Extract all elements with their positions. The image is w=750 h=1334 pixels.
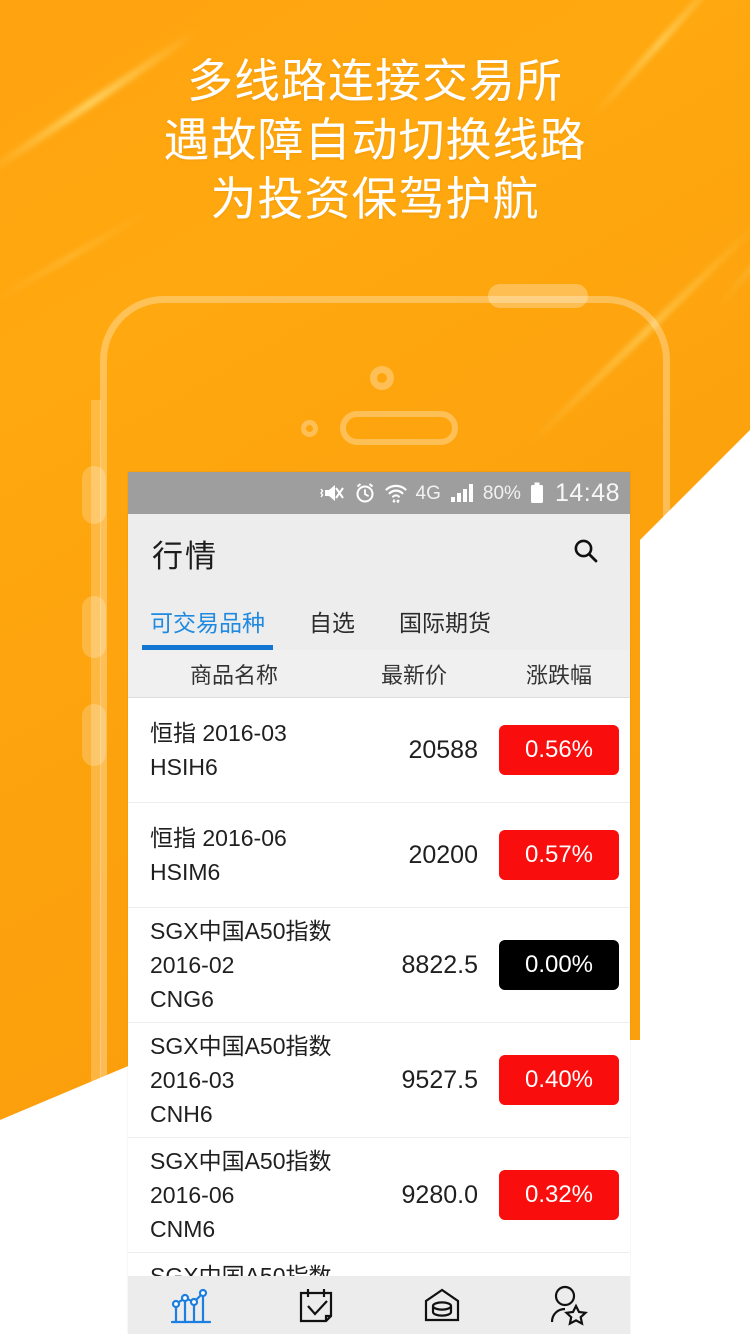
wifi-icon [384,482,407,504]
instrument-price: 9527.5 [401,1065,478,1094]
instrument-price: 20200 [408,840,478,869]
instrument-price: 8822.5 [401,950,478,979]
status-badge: 0.00% [499,940,619,990]
nav-item-profile[interactable] [505,1276,631,1334]
status-badge: 0.56% [499,725,619,775]
instrument-name-line: SGX中国A50指数 [150,1148,332,1174]
instrument-name-line: 恒指 2016-06 [150,825,287,851]
table-row[interactable]: 恒指 2016-06 HSIM6 20200 0.57% [128,803,630,908]
instrument-change-cell: 0.32% [488,1170,630,1220]
instrument-name-line: SGX中国A50指数 [150,918,332,944]
app-bar: 行情 [128,514,630,592]
table-row[interactable]: 恒指 2016-03 HSIH6 20588 0.56% [128,698,630,803]
status-badge: 0.32% [499,1170,619,1220]
instrument-code-line: CNG6 [150,986,214,1012]
tab-watchlist[interactable]: 自选 [309,604,355,650]
tab-tradable-products[interactable]: 可交易品种 [142,604,273,650]
table-row[interactable]: SGX中国A50指数 2016-02 CNG6 8822.5 0.00% [128,908,630,1023]
headline-line-3: 为投资保驾护航 [210,173,540,225]
instrument-change-cell: 0.56% [488,725,630,775]
bottom-navigation-bar [128,1276,630,1334]
instrument-code-line: HSIM6 [150,859,221,885]
nav-item-orders[interactable] [254,1276,380,1334]
instrument-price: 9280.0 [401,1180,478,1209]
instrument-name-line: 恒指 2016-03 [150,720,287,746]
search-button[interactable] [564,531,608,575]
network-type-label: 4G [415,482,441,504]
instrument-month-line: 2016-02 [150,952,235,978]
headline-line-2: 遇故障自动切换线路 [163,114,587,166]
status-bar: 4G 80% 14:48 [128,472,630,514]
tab-bar: 可交易品种 自选 国际期货 [128,592,630,650]
nav-item-market[interactable] [128,1276,254,1334]
status-badge: 0.40% [499,1055,619,1105]
instrument-change-cell: 0.40% [488,1055,630,1105]
battery-percent-label: 80% [482,482,521,504]
instrument-name: SGX中国A50指数 2016-06 CNM6 [128,1144,340,1246]
instrument-change-cell: 0.00% [488,940,630,990]
instrument-name: 恒指 2016-06 HSIM6 [128,821,340,889]
status-clock: 14:48 [554,478,620,507]
promo-headline: 多线路连接交易所 遇故障自动切换线路 为投资保驾护航 [0,52,750,229]
instrument-name-line: SGX中国A50指数 [150,1033,332,1059]
tab-international-futures[interactable]: 国际期货 [399,604,491,650]
instrument-month-line: 2016-06 [150,1182,235,1208]
instrument-name: SGX中国A50指数 2016-03 CNH6 [128,1029,340,1131]
phone-screen: 4G 80% 14:48 行情 可交易品种 自选 国际期货 商品名称 最新价 涨… [128,472,630,1334]
alarm-icon [354,482,376,504]
instrument-change-cell: 0.57% [488,830,630,880]
column-header-name: 商品名称 [189,662,278,688]
promo-screenshot: 多线路连接交易所 遇故障自动切换线路 为投资保驾护航 4G 80% 14:48 … [0,0,750,1334]
user-star-icon [546,1284,589,1326]
column-header-change: 涨跌幅 [525,662,592,688]
column-header-price: 最新价 [380,662,447,688]
table-header: 商品名称 最新价 涨跌幅 [128,650,630,698]
calendar-check-icon [295,1284,337,1326]
quote-list: 恒指 2016-03 HSIH6 20588 0.56% 恒指 2016-06 … [128,698,630,1334]
market-chart-icon [169,1284,213,1326]
instrument-month-line: 2016-03 [150,1067,235,1093]
vault-bank-icon [421,1284,463,1326]
table-row[interactable]: SGX中国A50指数 2016-03 CNH6 9527.5 0.40% [128,1023,630,1138]
headline-line-1: 多线路连接交易所 [187,55,563,107]
instrument-name: SGX中国A50指数 2016-02 CNG6 [128,914,340,1016]
instrument-code-line: HSIH6 [150,754,218,780]
status-badge: 0.57% [499,830,619,880]
mute-vibrate-icon [319,482,345,504]
search-icon [571,536,601,571]
page-title: 行情 [152,538,218,574]
instrument-price: 20588 [408,735,478,764]
battery-icon [530,482,544,504]
instrument-name: 恒指 2016-03 HSIH6 [128,716,340,784]
table-row[interactable]: SGX中国A50指数 2016-06 CNM6 9280.0 0.32% [128,1138,630,1253]
nav-item-assets[interactable] [379,1276,505,1334]
instrument-code-line: CNH6 [150,1101,213,1127]
instrument-code-line: CNM6 [150,1216,216,1242]
signal-bars-icon [450,483,474,503]
